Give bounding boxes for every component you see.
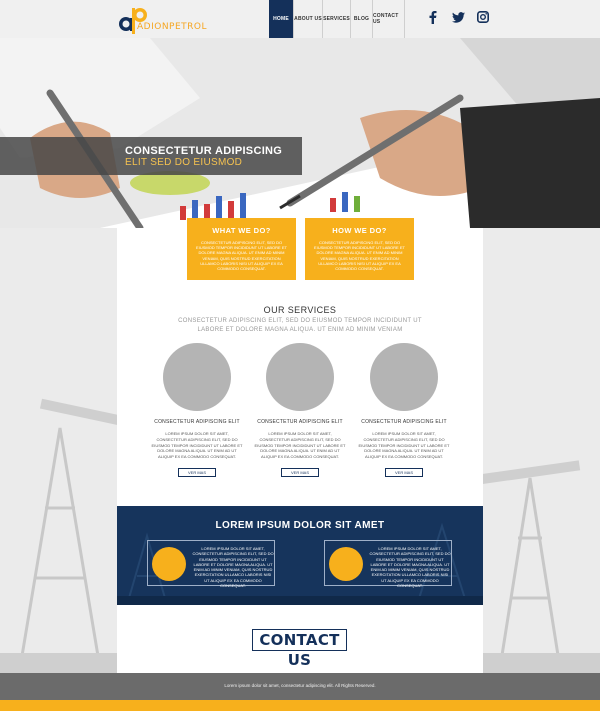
facebook-icon[interactable] [426, 10, 440, 24]
service-title: CONSECTETUR ADIPISCING ELIT [154, 419, 240, 425]
ver-mas-button[interactable]: VER MAS [385, 467, 423, 477]
info-box-title: WHAT WE DO? [212, 226, 271, 235]
nav-home[interactable]: HOME [269, 0, 293, 38]
social-links [426, 10, 490, 24]
twitter-icon[interactable] [451, 10, 465, 24]
service-text: Lorem ipsum dolor sit amet, consectetur … [254, 431, 346, 460]
hero-title: CONSECTETUR ADIPISCING [125, 145, 283, 157]
nav-blog[interactable]: BLOG [350, 0, 372, 38]
service-card: CONSECTETUR ADIPISCING ELIT Lorem ipsum … [151, 343, 243, 479]
info-box-title: HOW WE DO? [332, 226, 387, 235]
band-card: Lorem ipsum dolor sit amet, consectetur … [324, 540, 452, 589]
band-card-text: Lorem ipsum dolor sit amet, consectetur … [192, 546, 274, 589]
info-box-text: Consectetur adipiscing elit, sed do eius… [196, 240, 287, 272]
service-text: Lorem ipsum dolor sit amet, consectetur … [358, 431, 450, 460]
band-card: Lorem ipsum dolor sit amet, consectetur … [147, 540, 275, 589]
service-card: CONSECTETUR ADIPISCING ELIT Lorem ipsum … [358, 343, 450, 479]
service-image-placeholder [266, 343, 334, 411]
service-title: CONSECTETUR ADIPISCING ELIT [257, 419, 343, 425]
site-footer: Lorem ipsum dolor sit amet, consectetur … [0, 673, 600, 700]
info-box-how-we-do: HOW WE DO? Consectetur adipiscing elit, … [305, 218, 414, 280]
band-card-text: Lorem ipsum dolor sit amet, consectetur … [369, 546, 451, 589]
hero-image: CONSECTETUR ADIPISCING ELIT SED DO EIUSM… [0, 38, 600, 228]
nav-about-us[interactable]: ABOUT US [293, 0, 322, 38]
info-box-text: Consectetur adipiscing elit, sed do eius… [314, 240, 405, 272]
nav-services[interactable]: SERVICES [322, 0, 350, 38]
site-header: ADIONPETROL HOME ABOUT US SERVICES BLOG … [0, 0, 600, 38]
services-heading: OUR SERVICES [263, 305, 337, 315]
services-subheading: Consectetur adipiscing elit, sed do eius… [178, 318, 422, 333]
ver-mas-button[interactable]: VER MAS [178, 467, 216, 477]
ver-mas-button[interactable]: VER MAS [281, 467, 319, 477]
contact-us-button[interactable]: CONTACT US [252, 629, 347, 669]
band-title: LOREM IPSUM DOLOR SIT AMET [215, 520, 385, 531]
logo-text: ADIONPETROL [137, 22, 208, 32]
service-card: CONSECTETUR ADIPISCING ELIT Lorem ipsum … [254, 343, 346, 479]
footer-accent-bar [0, 700, 600, 711]
info-box-what-we-do: WHAT WE DO? Consectetur adipiscing elit,… [187, 218, 296, 280]
service-image-placeholder [163, 343, 231, 411]
hero-photo-illustration [0, 38, 600, 228]
instagram-icon[interactable] [476, 10, 490, 24]
band-card-image [329, 547, 363, 581]
footer-copyright: Lorem ipsum dolor sit amet, consectetur … [224, 683, 376, 688]
band-card-image [152, 547, 186, 581]
service-text: Lorem ipsum dolor sit amet, consectetur … [151, 431, 243, 460]
hero-subtitle: ELIT SED DO EIUSMOD [125, 157, 243, 168]
feature-band: LOREM IPSUM DOLOR SIT AMET Lorem ipsum d… [117, 506, 483, 605]
main-nav: HOME ABOUT US SERVICES BLOG CONTACT US [269, 0, 405, 38]
service-title: CONSECTETUR ADIPISCING ELIT [361, 419, 447, 425]
service-image-placeholder [370, 343, 438, 411]
nav-contact-us[interactable]: CONTACT US [372, 0, 405, 38]
